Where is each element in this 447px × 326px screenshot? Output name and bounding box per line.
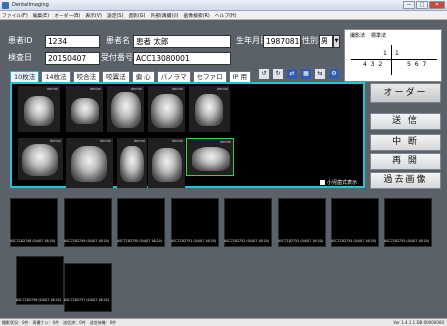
image-toolbar: ↺ ↻ ⇄ ▦ ⇆ ⚙ — [258, 68, 340, 80]
chevron-down-icon[interactable]: ▼ — [333, 35, 340, 48]
tooth-upper-left: 1 — [395, 50, 400, 57]
past-images-button[interactable]: 過去画像 — [370, 172, 441, 189]
history-label: ASC7182749 (04/07 16:20) — [64, 239, 110, 243]
patient-id-label: 患者ID — [8, 36, 33, 45]
history-label: ASC7182753 (04/07 16:20) — [278, 239, 324, 243]
history-label: ASC7182756 (04/07 16:20) — [16, 298, 62, 302]
interrupt-button[interactable]: 中 断 — [370, 134, 441, 151]
history-label: ASC7182751 (04/07 16:20) — [171, 239, 217, 243]
sex-select[interactable]: 男 — [319, 35, 333, 48]
tooth-upper-right: 1 — [383, 50, 388, 57]
rotate-left-icon[interactable]: ↺ — [258, 68, 270, 80]
sex-label: 性別 — [302, 36, 318, 45]
menu-contrast[interactable]: 造影(G) — [128, 12, 145, 19]
child-tooth-notation-label: 小児歯式表示 — [327, 180, 358, 186]
child-tooth-notation-checkbox[interactable]: 小児歯式表示 — [320, 179, 357, 186]
xray-thumbnail[interactable]: dental — [189, 86, 230, 132]
checkbox-icon[interactable] — [320, 180, 325, 185]
tooth-chart-horizontal-axis — [351, 59, 437, 60]
exam-date-field[interactable]: 20150407 — [45, 52, 100, 65]
status-bar: 撮影状況：0件 再撮ナシ：0件 送信済：0件 送信待機：0件 Ver 1.4.1… — [0, 318, 447, 326]
window-title: DentalImaging — [12, 2, 49, 8]
patient-name-field[interactable]: 患者 太郎 — [133, 35, 231, 48]
menu-image-search[interactable]: 画像検索(R) — [183, 12, 209, 19]
window-controls: — □ ✕ — [403, 1, 445, 9]
exam-date-label: 検査日 — [8, 53, 32, 62]
tooth-chart-method-label: 撮影法 — [350, 33, 366, 39]
tooth-lower-right: 4 3 2 — [363, 61, 384, 68]
version-text: Ver 1.4.1.1 DB:00000000 — [393, 320, 444, 325]
history-label: ASC7182757 (04/07 16:20) — [64, 298, 110, 302]
menu-help[interactable]: ヘルプ(H) — [215, 12, 237, 19]
accession-field[interactable]: ACC13080001 — [133, 52, 231, 65]
order-button[interactable]: オーダー — [370, 83, 441, 103]
patient-id-field[interactable]: 1234 — [45, 35, 100, 48]
menu-order[interactable]: オーダー(B) — [54, 12, 80, 19]
history-label: ASC7182750 (04/07 16:20) — [117, 239, 163, 243]
menu-settings[interactable]: 設定(S) — [107, 12, 123, 19]
swap-icon[interactable]: ⇆ — [314, 68, 326, 80]
xray-thumbnail-selected[interactable]: dental — [186, 138, 234, 176]
history-label: ASC7182752 (04/07 16:20) — [224, 239, 270, 243]
tooth-chart-vertical-axis — [391, 45, 392, 75]
xray-thumbnail[interactable]: dental — [117, 138, 147, 188]
menu-bar: ファイル(F) 編集(E) オーダー(B) 表示(V) 設定(S) 造影(G) … — [0, 11, 447, 20]
history-label: ASC7182755 (04/07 16:20) — [384, 239, 430, 243]
flip-icon[interactable]: ⇄ — [286, 68, 298, 80]
accession-label: 受付番号 — [101, 53, 133, 62]
xray-thumbnail[interactable]: dental — [148, 138, 185, 188]
app-icon — [2, 2, 9, 9]
settings-icon[interactable]: ⚙ — [328, 68, 340, 80]
status-text: 撮影状況：0件 再撮ナシ：0件 送信済：0件 送信待機：0件 — [2, 320, 117, 325]
close-button[interactable]: ✕ — [429, 1, 445, 9]
xray-thumbnail[interactable]: dental — [18, 138, 63, 180]
xray-thumbnail[interactable]: dental — [66, 86, 103, 132]
xray-thumbnail[interactable]: dental — [18, 86, 60, 132]
minimize-button[interactable]: — — [403, 1, 415, 9]
xray-thumbnail[interactable]: dental — [148, 86, 185, 132]
title-bar: DentalImaging — □ ✕ — [0, 0, 447, 11]
send-button[interactable]: 送 信 — [370, 113, 441, 130]
xray-thumbnail[interactable]: dental — [66, 138, 113, 188]
tooth-chart[interactable]: 撮影法 標準法 1 1 4 3 2 5 6 7 — [344, 29, 442, 82]
maximize-button[interactable]: □ — [416, 1, 428, 9]
menu-file[interactable]: ファイル(F) — [2, 12, 28, 19]
tooth-chart-method-value: 標準法 — [371, 33, 387, 39]
patient-name-label: 患者名 — [106, 36, 130, 45]
history-thumbnails: ASC7182748 (04/07 16:20) ASC7182749 (04/… — [10, 198, 447, 312]
history-label: ASC7182754 (04/07 16:20) — [331, 239, 377, 243]
menu-external[interactable]: 外部(再撮)(I) — [150, 12, 178, 19]
rotate-right-icon[interactable]: ↻ — [272, 68, 284, 80]
menu-edit[interactable]: 編集(E) — [33, 12, 49, 19]
tooth-lower-left: 5 6 7 — [407, 61, 428, 68]
history-label: ASC7182748 (04/07 16:20) — [10, 239, 56, 243]
xray-thumbnail[interactable]: dental — [107, 86, 144, 132]
xray-image-panel: dental dental dental dental dental denta… — [10, 82, 365, 188]
resume-button[interactable]: 再 開 — [370, 153, 441, 170]
grid-icon[interactable]: ▦ — [300, 68, 312, 80]
menu-view[interactable]: 表示(V) — [85, 12, 102, 19]
history-thumbnail[interactable] — [64, 263, 112, 312]
dob-field[interactable]: 19870810 — [263, 35, 301, 48]
